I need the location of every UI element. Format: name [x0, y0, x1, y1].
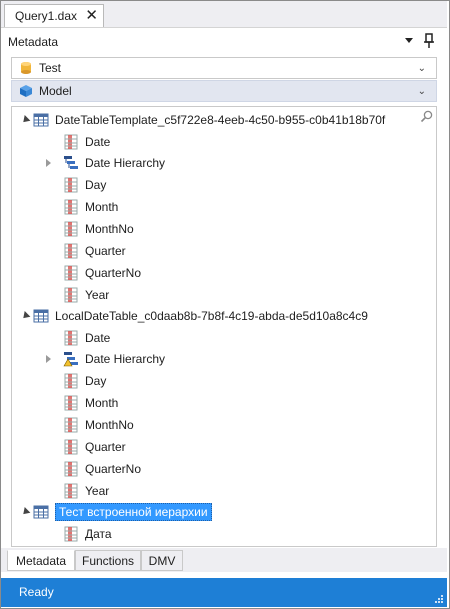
column-icon [64, 483, 78, 499]
panel-title: Metadata [8, 35, 59, 49]
column-name: Quarter [85, 244, 126, 258]
tree-hierarchy-node[interactable]: Date Hierarchy [43, 349, 165, 369]
table-icon [33, 113, 49, 127]
column-name: Year [85, 288, 110, 302]
table-name: Тест встроенной иерархии [55, 503, 212, 521]
column-name: MonthNo [85, 418, 134, 432]
column-name: Дата [85, 527, 112, 541]
tree-column-node[interactable]: Day [63, 371, 106, 391]
metadata-tree[interactable]: DateTableTemplate_c5f722e8-4eeb-4c50-b95… [11, 106, 437, 547]
tree-table-node[interactable]: LocalDateTable_c0daab8b-7b8f-4c19-abda-d… [19, 306, 368, 326]
hierarchy-name: Date Hierarchy [85, 156, 166, 170]
tree-column-node[interactable]: Month [63, 197, 118, 217]
column-icon [64, 243, 78, 259]
status-text: Ready [19, 585, 54, 599]
tree-hierarchy-node[interactable]: Date Hierarchy [43, 153, 165, 173]
column-name: Month [85, 396, 119, 410]
pin-icon[interactable] [422, 33, 436, 49]
close-icon[interactable]: ✕ [85, 7, 98, 24]
status-bar: Ready [1, 578, 447, 607]
tab-metadata[interactable]: Metadata [7, 550, 75, 571]
column-name: QuarterNo [85, 266, 142, 280]
panel-menu-dropdown-icon[interactable] [405, 38, 413, 43]
column-name: Date [85, 331, 111, 345]
tab-label: DMV [148, 553, 176, 568]
expand-arrow-icon[interactable] [43, 158, 53, 168]
table-icon [33, 309, 49, 323]
chevron-down-icon: ⌄ [417, 86, 426, 97]
expand-arrow-icon[interactable] [43, 354, 53, 364]
tree-table-node-selected[interactable]: Тест встроенной иерархии [19, 502, 212, 522]
column-icon [64, 417, 78, 433]
model-selector[interactable]: Model ⌄ [11, 80, 437, 102]
tree-column-node[interactable]: QuarterNo [63, 459, 141, 479]
database-icon [21, 62, 31, 74]
column-icon [64, 439, 78, 455]
column-name: MonthNo [85, 222, 134, 236]
hierarchy-icon [64, 156, 78, 169]
hierarchy-warning-icon [63, 352, 78, 367]
column-icon [64, 221, 78, 237]
tree-column-node[interactable]: Date [63, 132, 110, 152]
collapse-arrow-icon[interactable] [19, 115, 31, 125]
column-icon [64, 395, 78, 411]
bottom-tab-strip: Metadata Functions DMV [1, 548, 447, 572]
column-name: Day [85, 178, 107, 192]
column-name: Quarter [85, 440, 126, 454]
column-name: Day [85, 374, 107, 388]
tree-column-node[interactable]: Quarter [63, 241, 126, 261]
search-icon[interactable] [420, 110, 433, 123]
collapse-arrow-icon[interactable] [19, 507, 31, 517]
tree-column-node[interactable]: MonthNo [63, 219, 134, 239]
table-name: LocalDateTable_c0daab8b-7b8f-4c19-abda-d… [55, 309, 368, 323]
tab-functions[interactable]: Functions [75, 550, 141, 571]
document-tab-query1[interactable]: Query1.dax ✕ [4, 4, 104, 27]
column-icon [64, 373, 78, 389]
column-icon [64, 199, 78, 215]
model-selector-value: Model [39, 84, 72, 98]
document-tab-label: Query1.dax [15, 9, 78, 23]
column-name: Month [85, 200, 119, 214]
column-icon [64, 526, 78, 542]
tree-column-node[interactable]: Date [63, 328, 110, 348]
tree-column-node[interactable]: Year [63, 481, 109, 501]
table-icon [33, 505, 49, 519]
metadata-panel-header: Metadata [1, 32, 447, 52]
tab-label: Functions [81, 553, 135, 568]
column-name: QuarterNo [85, 462, 142, 476]
tree-column-node[interactable]: Дата [63, 524, 112, 544]
collapse-arrow-icon[interactable] [19, 311, 31, 321]
tree-column-node[interactable]: Year [63, 285, 109, 305]
tree-column-node[interactable]: MonthNo [63, 415, 134, 435]
cube-icon [20, 85, 32, 97]
document-tab-strip: Query1.dax ✕ [1, 1, 447, 28]
hierarchy-name: Date Hierarchy [85, 352, 166, 366]
column-icon [64, 134, 78, 150]
column-icon [64, 287, 78, 303]
tree-column-node[interactable]: Quarter [63, 437, 126, 457]
tab-dmv[interactable]: DMV [141, 550, 183, 571]
column-icon [64, 330, 78, 346]
tree-column-node[interactable]: Day [63, 175, 106, 195]
tree-column-node[interactable]: QuarterNo [63, 263, 141, 283]
tree-column-node[interactable]: Month [63, 393, 118, 413]
column-icon [64, 265, 78, 281]
column-name: Year [85, 484, 110, 498]
resize-grip-icon[interactable] [434, 594, 444, 604]
column-icon [64, 461, 78, 477]
column-name: Date [85, 135, 111, 149]
tab-label: Metadata [15, 553, 67, 568]
table-name: DateTableTemplate_c5f722e8-4eeb-4c50-b95… [55, 113, 386, 127]
column-icon [64, 177, 78, 193]
tree-table-node[interactable]: DateTableTemplate_c5f722e8-4eeb-4c50-b95… [19, 110, 385, 130]
chevron-down-icon: ⌄ [417, 63, 426, 74]
database-selector-value: Test [39, 61, 62, 75]
database-selector[interactable]: Test ⌄ [11, 57, 437, 79]
